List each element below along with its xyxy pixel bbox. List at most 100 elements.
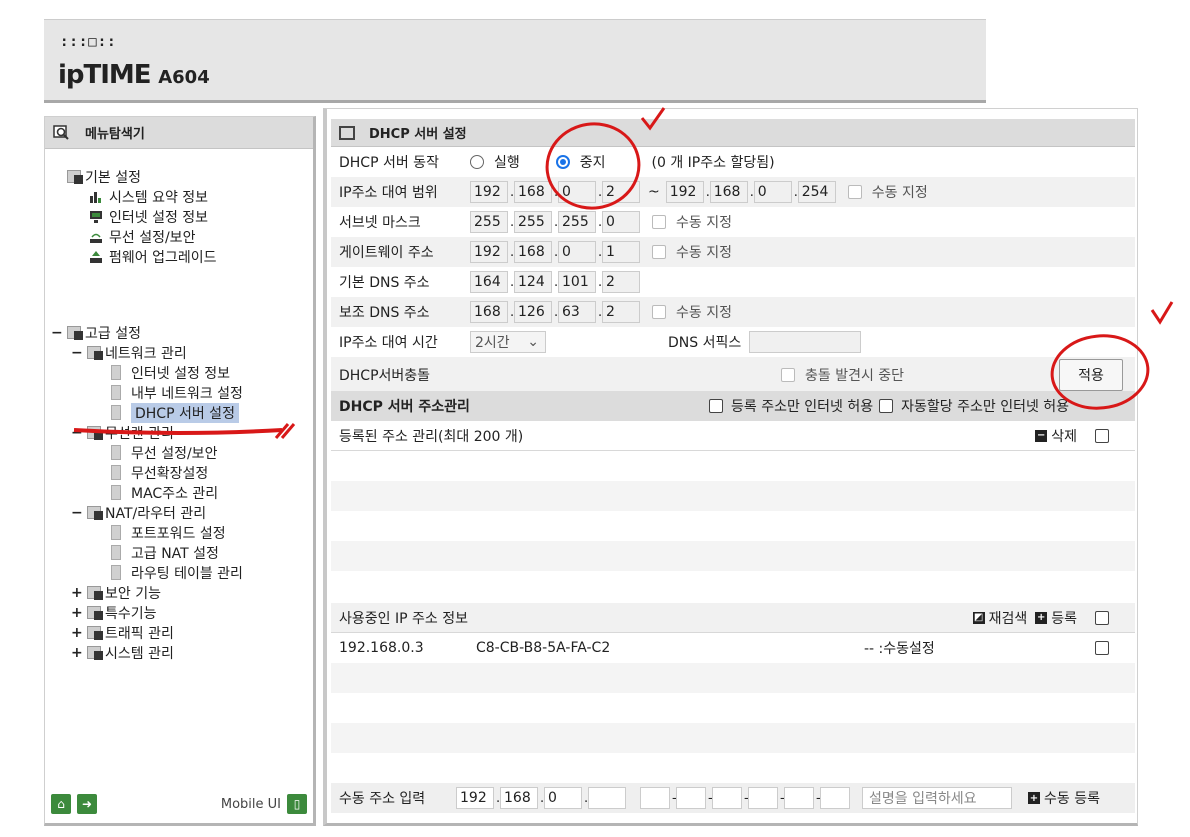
manual-ip-4[interactable] [588,787,626,809]
dns2-2[interactable]: 126 [514,301,552,323]
select-all-registered-checkbox[interactable] [1095,428,1109,443]
gateway-manual-checkbox[interactable] [652,245,666,259]
manual-mac-1[interactable] [640,787,670,809]
brand-name: ipTIME [58,60,152,90]
manual-ip-1[interactable]: 192 [456,787,494,809]
stop-on-conflict-checkbox[interactable] [781,368,795,382]
row-checkbox[interactable] [1095,641,1109,655]
tree-item-wireless-extension[interactable]: 무선확장설정 [111,463,208,482]
tree-item-port-forward[interactable]: 포트포워드 설정 [111,523,226,542]
tree-nat-router[interactable]: − NAT/라우터 관리 [71,503,206,522]
subnet-manual-checkbox[interactable] [652,215,666,229]
tree-traffic[interactable]: + 트래픽 관리 [71,623,174,642]
subnet-3[interactable]: 255 [558,211,596,233]
apply-button[interactable]: 적용 [1059,359,1123,391]
logout-icon[interactable]: ➜ [77,794,97,814]
tree-item-system-summary[interactable]: 시스템 요약 정보 [89,187,208,206]
dns2-3[interactable]: 63 [558,301,596,323]
dns2-manual-checkbox[interactable] [652,305,666,319]
range-start-2[interactable]: 168 [514,181,552,203]
gateway-1[interactable]: 192 [470,241,508,263]
manual-mac-2[interactable] [676,787,706,809]
register-button[interactable]: + 등록 [1035,608,1077,628]
mobile-ui-link[interactable]: Mobile UI ▯ [221,794,307,814]
gateway-3[interactable]: 0 [558,241,596,263]
manual-mac-3[interactable] [712,787,742,809]
manual-ip-2[interactable]: 168 [500,787,538,809]
range-end-4[interactable]: 254 [797,181,836,203]
gateway-4[interactable]: 1 [602,241,640,263]
only-auto-checkbox[interactable] [879,399,894,413]
tree-item-routing-table[interactable]: 라우팅 테이블 관리 [111,563,243,582]
gateway-2[interactable]: 168 [514,241,552,263]
tree-wireless-management[interactable]: − 무선랜 관리 [71,423,174,442]
magnifier-icon [53,124,69,140]
dns1-1[interactable]: 164 [470,271,508,293]
tree-item-wireless-security[interactable]: 무선 설정/보안 [89,227,195,246]
expand-toggle[interactable]: + [71,625,83,641]
manual-description-input[interactable]: 설명을 입력하세요 [862,787,1012,809]
select-all-in-use-checkbox[interactable] [1095,610,1109,625]
dhcp-settings-panel: DHCP 서버 설정 DHCP 서버 동작 실행 중지 (0 개 IP주소 할당… [323,108,1138,826]
tree-item-net-internet-info[interactable]: 인터넷 설정 정보 [111,363,230,382]
plus-icon: + [1035,611,1048,624]
tree-security[interactable]: + 보안 기능 [71,583,161,602]
range-start-3[interactable]: 0 [558,181,596,203]
tree-item-firmware-upgrade[interactable]: 펌웨어 업그레이드 [89,247,217,266]
dns2-4[interactable]: 2 [602,301,640,323]
range-manual-checkbox[interactable] [847,185,862,199]
only-registered-checkbox[interactable] [709,399,723,413]
tree-advanced-settings[interactable]: − 고급 설정 [51,323,141,342]
dns2-1[interactable]: 168 [470,301,508,323]
dns-suffix-input[interactable] [749,331,862,353]
range-end-1[interactable]: 192 [665,181,704,203]
collapse-toggle[interactable]: − [71,425,83,441]
range-end-2[interactable]: 168 [709,181,748,203]
range-start-1[interactable]: 192 [470,181,508,203]
dns1-3[interactable]: 101 [558,271,596,293]
home-icon[interactable]: ⌂ [51,794,71,814]
tree-network-management[interactable]: − 네트워크 관리 [71,343,187,362]
tree-special[interactable]: + 특수기능 [71,603,157,622]
assigned-count: (0 개 IP주소 할당됨) [651,155,775,171]
manual-register-button[interactable]: + 수동 등록 [1028,788,1100,808]
range-start-4[interactable]: 2 [602,181,640,203]
expand-toggle[interactable]: + [71,645,83,661]
dns1-4[interactable]: 2 [602,271,640,293]
radio-stop[interactable] [555,155,570,169]
collapse-toggle[interactable]: − [51,325,63,341]
manual-mac-4[interactable] [748,787,778,809]
delete-button[interactable]: − 삭제 [1035,426,1077,446]
radio-run[interactable] [470,155,484,169]
tree-item-dhcp-server[interactable]: DHCP 서버 설정 [111,402,239,423]
subnet-4[interactable]: 0 [602,211,640,233]
tree-item-lan-settings[interactable]: 내부 네트워크 설정 [111,383,243,402]
tree-item-internet-info[interactable]: 인터넷 설정 정보 [89,207,208,226]
lease-time-select[interactable]: 2시간 ⌄ [470,331,546,353]
tree-item-wireless-security-2[interactable]: 무선 설정/보안 [111,443,217,462]
expand-toggle[interactable]: + [71,605,83,621]
panel-header: DHCP 서버 설정 [331,119,1135,147]
dns1-2[interactable]: 124 [514,271,552,293]
minus-icon: − [1035,429,1048,442]
rescan-button[interactable]: ◩ 재검색 [972,608,1027,628]
model-name: A604 [158,67,210,88]
manual-ip-3[interactable]: 0 [544,787,582,809]
collapse-toggle[interactable]: − [71,505,83,521]
tree-system[interactable]: + 시스템 관리 [71,643,174,662]
manual-mac-5[interactable] [784,787,814,809]
tree-item-mac-management[interactable]: MAC주소 관리 [111,483,218,502]
subnet-2[interactable]: 255 [514,211,552,233]
tree-item-advanced-nat[interactable]: 고급 NAT 설정 [111,543,219,562]
collapse-toggle[interactable]: − [71,345,83,361]
page-title: DHCP 서버 설정 [369,127,467,142]
subnet-1[interactable]: 255 [470,211,508,233]
manual-mac-6[interactable] [820,787,850,809]
expand-toggle[interactable]: + [71,585,83,601]
subnet-row: 서브넷 마스크 255. 255. 255. 0 수동 지정 [331,207,1135,237]
page-icon [111,525,121,540]
dns1-row: 기본 DNS 주소 164. 124. 101. 2 [331,267,1135,297]
row-ip: 192.168.0.3 [339,640,424,656]
range-end-3[interactable]: 0 [753,181,792,203]
tree-basic-settings[interactable]: 기본 설정 [67,167,141,186]
